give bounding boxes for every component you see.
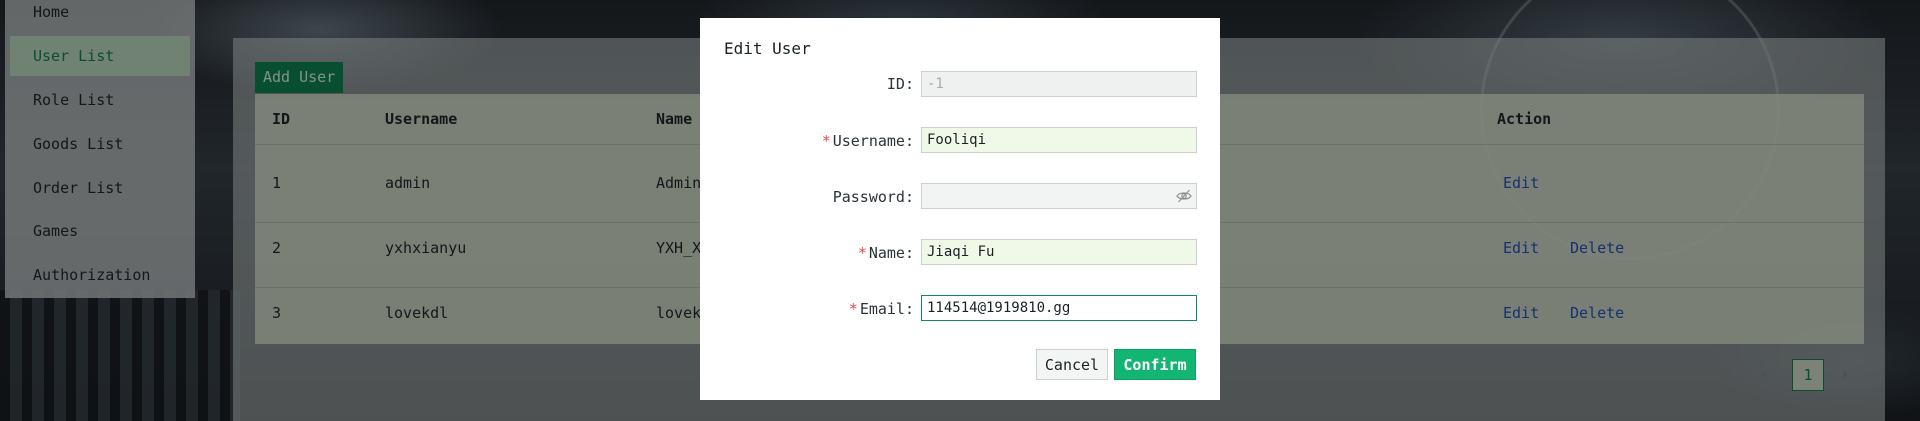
password-label: Password:: [833, 188, 914, 206]
dialog-title: Edit User: [724, 39, 811, 58]
edit-user-dialog: Edit User ID: *Username: Password: *Name…: [700, 18, 1220, 400]
password-field[interactable]: [921, 183, 1197, 209]
username-label-text: Username:: [832, 132, 914, 150]
email-label-text: Email:: [859, 300, 914, 318]
confirm-button[interactable]: Confirm: [1114, 349, 1196, 380]
email-field[interactable]: [921, 295, 1197, 321]
username-field[interactable]: [921, 127, 1197, 153]
name-field[interactable]: [921, 239, 1197, 265]
username-label: * Username:: [822, 132, 914, 150]
id-label: ID:: [887, 75, 914, 93]
password-label-text: Password:: [832, 188, 914, 206]
cancel-button[interactable]: Cancel: [1036, 349, 1108, 380]
id-label-text: ID:: [886, 75, 914, 93]
eye-off-icon[interactable]: [1176, 188, 1192, 204]
id-field: [921, 71, 1197, 97]
name-label-text: Name:: [868, 244, 914, 262]
required-mark: *: [857, 244, 867, 262]
email-label: * Email:: [849, 300, 914, 318]
required-mark: *: [821, 132, 831, 150]
name-label: * Name:: [858, 244, 914, 262]
required-mark: *: [848, 300, 858, 318]
